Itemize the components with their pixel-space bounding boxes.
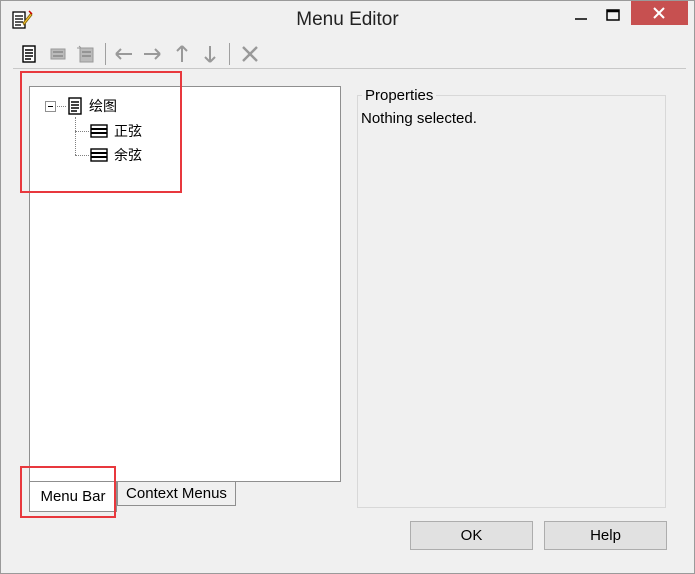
delete-icon[interactable]	[239, 43, 261, 65]
move-down-icon[interactable]	[199, 43, 221, 65]
new-item-icon[interactable]	[47, 43, 69, 65]
minimize-icon[interactable]	[567, 5, 595, 27]
menu-editor-window: Menu Editor 绘图 正弦 余弦 Menu Bar Context Me…	[0, 0, 695, 574]
maximize-icon[interactable]	[599, 5, 627, 27]
move-left-icon[interactable]	[113, 43, 135, 65]
close-icon[interactable]	[631, 1, 688, 25]
new-menu-icon[interactable]	[19, 43, 41, 65]
move-up-icon[interactable]	[171, 43, 193, 65]
tree-highlight-box	[20, 71, 182, 193]
properties-title: Properties	[362, 87, 437, 104]
toolbar	[13, 41, 683, 67]
help-button[interactable]: Help	[544, 521, 667, 550]
toolbar-separator	[105, 43, 106, 65]
ok-button[interactable]: OK	[410, 521, 533, 550]
tab-context-menus[interactable]: Context Menus	[117, 482, 236, 506]
properties-group	[357, 95, 666, 508]
properties-status: Nothing selected.	[361, 110, 477, 127]
title-bar: Menu Editor	[1, 1, 694, 39]
toolbar-divider	[13, 68, 686, 69]
new-separator-icon[interactable]	[75, 43, 97, 65]
toolbar-separator	[229, 43, 230, 65]
move-right-icon[interactable]	[141, 43, 163, 65]
tab-highlight-box	[20, 466, 116, 518]
